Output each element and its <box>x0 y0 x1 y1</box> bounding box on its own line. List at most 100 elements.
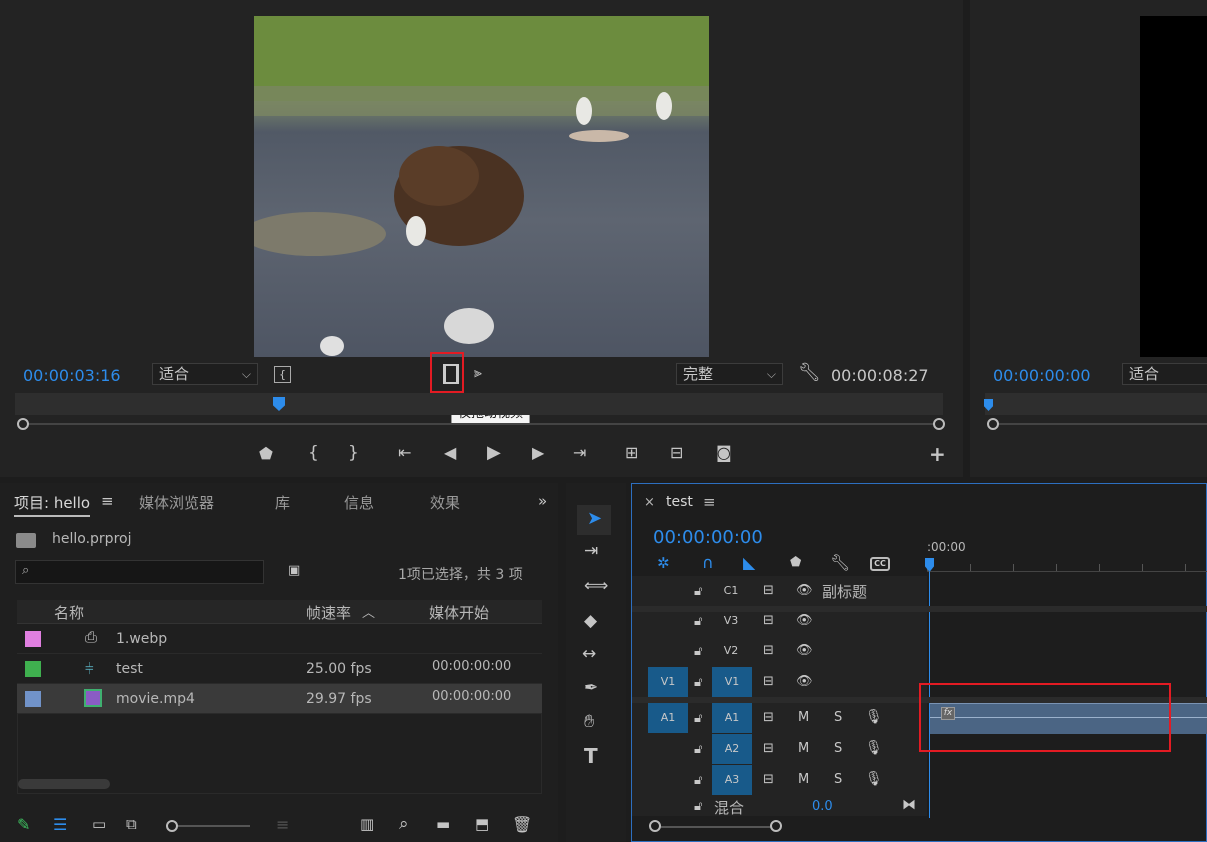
sync-lock-icon[interactable]: ⊟ <box>763 772 774 787</box>
search-icon[interactable]: ⌕ <box>399 816 409 833</box>
lock-icon[interactable]: 🔓︎ <box>694 711 702 726</box>
step-back-icon[interactable]: ◀︎ <box>444 445 456 461</box>
source-patch-v1[interactable]: V1 <box>648 667 688 697</box>
film-drag-icon[interactable] <box>443 364 459 384</box>
lock-icon[interactable]: 🔓︎ <box>694 742 702 757</box>
label-color-swatch[interactable] <box>25 661 41 677</box>
program-timecode[interactable]: 00:00:00:00 <box>993 366 1091 385</box>
go-to-in-icon[interactable]: ⇤ <box>398 445 411 461</box>
marker-icon[interactable]: ⬟ <box>790 556 801 569</box>
lock-icon[interactable]: 🔓︎ <box>694 773 702 788</box>
marker-icon[interactable]: ⬟ <box>259 446 273 462</box>
go-to-out-icon[interactable]: ⇥ <box>573 445 586 461</box>
microphone-icon[interactable]: 🎙︎ <box>865 771 883 787</box>
camera-icon[interactable]: ◙ <box>716 445 732 461</box>
horizontal-scrollbar[interactable] <box>18 779 110 789</box>
source-timecode[interactable]: 00:00:03:16 <box>23 366 121 385</box>
overwrite-icon[interactable]: ⊟ <box>670 445 683 461</box>
eye-icon[interactable]: 👁︎ <box>796 674 813 689</box>
bowtie-icon[interactable]: ⧓ <box>902 797 916 813</box>
sequence-tab[interactable]: test <box>666 494 693 510</box>
tab-project[interactable]: 项目: hello <box>14 492 91 517</box>
close-icon[interactable]: × <box>644 495 655 510</box>
solo-button[interactable]: S <box>834 710 842 725</box>
sync-lock-icon[interactable]: ⊟ <box>763 710 774 725</box>
timeline-zoom-handle-left[interactable] <box>649 820 661 832</box>
program-zoom-handle[interactable] <box>987 418 999 430</box>
step-forward-icon[interactable]: ▶︎ <box>532 445 544 461</box>
microphone-icon[interactable]: 🎙︎ <box>865 740 883 756</box>
list-item-selected[interactable]: movie.mp4 29.97 fps 00:00:00:00 <box>17 684 542 714</box>
program-zoom-bar[interactable] <box>994 423 1207 425</box>
sync-lock-icon[interactable]: ⊟ <box>763 613 774 628</box>
wrench-icon[interactable]: 🔧︎ <box>830 555 850 571</box>
zoom-handle-right[interactable] <box>933 418 945 430</box>
zoom-handle-left[interactable] <box>17 418 29 430</box>
program-scrub-bar[interactable] <box>985 393 1207 415</box>
audio-drag-icon[interactable]: ⫸ <box>474 366 482 380</box>
captions-icon[interactable]: CC <box>870 557 890 571</box>
track-label[interactable]: C1 <box>716 576 746 606</box>
track-label[interactable]: A2 <box>712 734 752 764</box>
column-name[interactable]: 名称 <box>54 602 84 623</box>
program-zoom-select[interactable]: 适合 <box>1122 363 1207 385</box>
nest-icon[interactable]: ✲ <box>657 556 670 571</box>
zoom-bar[interactable] <box>24 423 940 425</box>
new-item-icon[interactable]: ⬒ <box>475 817 489 832</box>
sort-ascending-icon[interactable]: ︿ <box>362 602 375 621</box>
ripple-edit-icon[interactable]: ⟺ <box>584 578 608 595</box>
column-media-start[interactable]: 媒体开始 <box>429 602 489 623</box>
label-color-swatch[interactable] <box>25 631 41 647</box>
list-item[interactable]: ⫩ test 25.00 fps 00:00:00:00 <box>17 654 542 684</box>
play-icon[interactable]: ▶︎ <box>487 444 501 462</box>
tab-media-browser[interactable]: 媒体浏览器 <box>139 492 214 513</box>
trash-icon[interactable]: 🗑︎ <box>512 817 532 833</box>
timeline-timecode[interactable]: 00:00:00:00 <box>653 527 763 548</box>
pen-icon[interactable]: ✒ <box>584 680 598 697</box>
mix-value[interactable]: 0.0 <box>812 799 833 814</box>
track-label[interactable]: A1 <box>712 703 752 733</box>
chevron-right-icon[interactable]: » <box>538 492 547 510</box>
tab-libraries[interactable]: 库 <box>275 492 290 513</box>
eye-icon[interactable]: 👁︎ <box>796 583 813 598</box>
wrench-icon[interactable]: 🔧︎ <box>798 364 821 382</box>
source-scrub-bar[interactable] <box>15 393 943 415</box>
insert-icon[interactable]: ⊞ <box>625 445 638 461</box>
mark-out-icon[interactable]: } <box>348 445 359 462</box>
zoom-slider-handle[interactable] <box>166 820 178 832</box>
mark-in-icon[interactable]: { <box>308 445 319 462</box>
new-bin-icon[interactable]: ▬ <box>436 817 450 832</box>
selection-tool[interactable]: ➤ <box>577 505 611 535</box>
solo-button[interactable]: S <box>834 772 842 787</box>
linked-selection-icon[interactable]: ◣ <box>743 555 755 571</box>
column-fps[interactable]: 帧速率 <box>306 602 351 623</box>
lock-icon[interactable]: 🔓︎ <box>694 799 702 814</box>
sync-lock-icon[interactable]: ⊟ <box>763 741 774 756</box>
mute-button[interactable]: M <box>798 772 809 787</box>
timeline-zoom-handle-right[interactable] <box>770 820 782 832</box>
source-patch-a1[interactable]: A1 <box>648 703 688 733</box>
sync-lock-icon[interactable]: ⊟ <box>763 674 774 689</box>
track-label[interactable]: A3 <box>712 765 752 795</box>
sync-lock-icon[interactable]: ⊟ <box>763 583 774 598</box>
tab-info[interactable]: 信息 <box>344 492 374 513</box>
microphone-icon[interactable]: 🎙︎ <box>865 709 883 725</box>
quality-select[interactable]: 完整 ⌵ <box>676 363 783 385</box>
hand-icon[interactable]: ✋︎ <box>584 713 594 731</box>
mute-button[interactable]: M <box>798 710 809 725</box>
bracket-in-icon[interactable]: { <box>274 366 291 383</box>
eye-icon[interactable]: 👁︎ <box>796 643 813 658</box>
automate-icon[interactable]: ▥ <box>360 817 374 832</box>
type-tool-icon[interactable]: T <box>584 746 598 766</box>
sort-icon[interactable]: ≡ <box>276 817 289 833</box>
source-zoom-select[interactable]: 适合 ⌵ <box>152 363 258 385</box>
label-color-swatch[interactable] <box>25 691 41 707</box>
solo-button[interactable]: S <box>834 741 842 756</box>
lock-icon[interactable]: 🔓︎ <box>694 644 702 659</box>
tab-effects[interactable]: 效果 <box>430 492 460 513</box>
timeline-zoom-bar[interactable] <box>654 826 778 828</box>
freeform-view-icon[interactable]: ⧉ <box>126 817 137 832</box>
plus-icon[interactable]: + <box>929 444 946 464</box>
razor-icon[interactable]: ◆ <box>584 613 597 630</box>
track-label[interactable]: V1 <box>712 667 752 697</box>
